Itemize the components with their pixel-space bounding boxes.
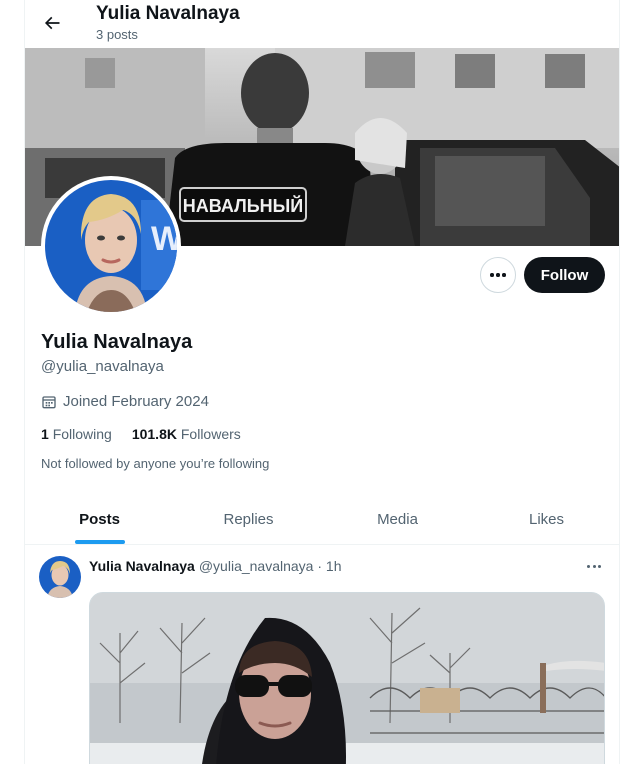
banner-jacket-text: НАВАЛЬНЫЙ bbox=[183, 195, 303, 216]
calendar-icon bbox=[42, 396, 56, 409]
profile-handle: @yulia_navalnaya bbox=[41, 358, 164, 375]
tab-label: Posts bbox=[79, 511, 120, 528]
joined-date: Joined February 2024 bbox=[41, 392, 209, 412]
tab-posts[interactable]: Posts bbox=[25, 495, 174, 544]
tab-replies[interactable]: Replies bbox=[174, 495, 323, 544]
following-label: Following bbox=[52, 426, 112, 442]
top-bar: Yulia Navalnaya 3 posts bbox=[25, 0, 619, 48]
svg-text:W: W bbox=[151, 220, 177, 258]
active-tab-indicator bbox=[74, 540, 125, 544]
not-followed-note: Not followed by anyone you’re following bbox=[41, 456, 270, 471]
post-item[interactable]: Yulia Navalnaya @yulia_navalnaya · 1h bbox=[25, 546, 619, 764]
post-header: Yulia Navalnaya @yulia_navalnaya · 1h bbox=[89, 557, 341, 575]
post-media-image[interactable] bbox=[89, 592, 605, 764]
followers-label: Followers bbox=[180, 426, 241, 442]
profile-name: Yulia Navalnaya bbox=[41, 331, 193, 353]
header-post-count: 3 posts bbox=[96, 27, 138, 42]
more-horizontal-icon bbox=[490, 273, 506, 277]
more-options-button[interactable] bbox=[480, 257, 516, 293]
joined-text: Joined February 2024 bbox=[63, 393, 209, 410]
followers-count: 101.8K bbox=[131, 426, 177, 442]
following-link[interactable]: 1 Following bbox=[41, 424, 112, 444]
header-title: Yulia Navalnaya bbox=[96, 3, 240, 24]
tab-media[interactable]: Media bbox=[323, 495, 472, 544]
profile-tabs: Posts Replies Media Likes bbox=[25, 495, 619, 545]
arrow-left-icon bbox=[44, 16, 60, 30]
follow-button[interactable]: Follow bbox=[524, 257, 605, 293]
following-count: 1 bbox=[41, 426, 49, 442]
tab-label: Replies bbox=[223, 511, 274, 528]
profile-avatar[interactable]: W bbox=[41, 176, 181, 316]
tab-likes[interactable]: Likes bbox=[472, 495, 619, 544]
back-button[interactable] bbox=[35, 6, 69, 40]
tab-label: Media bbox=[377, 511, 418, 528]
post-handle-time: @yulia_navalnaya · 1h bbox=[198, 558, 342, 574]
post-author-name[interactable]: Yulia Navalnaya bbox=[89, 557, 195, 575]
profile-page: Yulia Navalnaya 3 posts НАВАЛЬНЫЙ Follow… bbox=[24, 0, 620, 764]
post-avatar[interactable] bbox=[39, 556, 81, 598]
post-more-button[interactable] bbox=[583, 558, 605, 574]
followers-link[interactable]: 101.8K Followers bbox=[132, 424, 241, 444]
tab-label: Likes bbox=[528, 511, 565, 528]
avatar-image: W bbox=[45, 180, 177, 312]
more-horizontal-icon bbox=[587, 564, 601, 568]
follow-stats: 1 Following 101.8K Followers bbox=[41, 424, 241, 444]
